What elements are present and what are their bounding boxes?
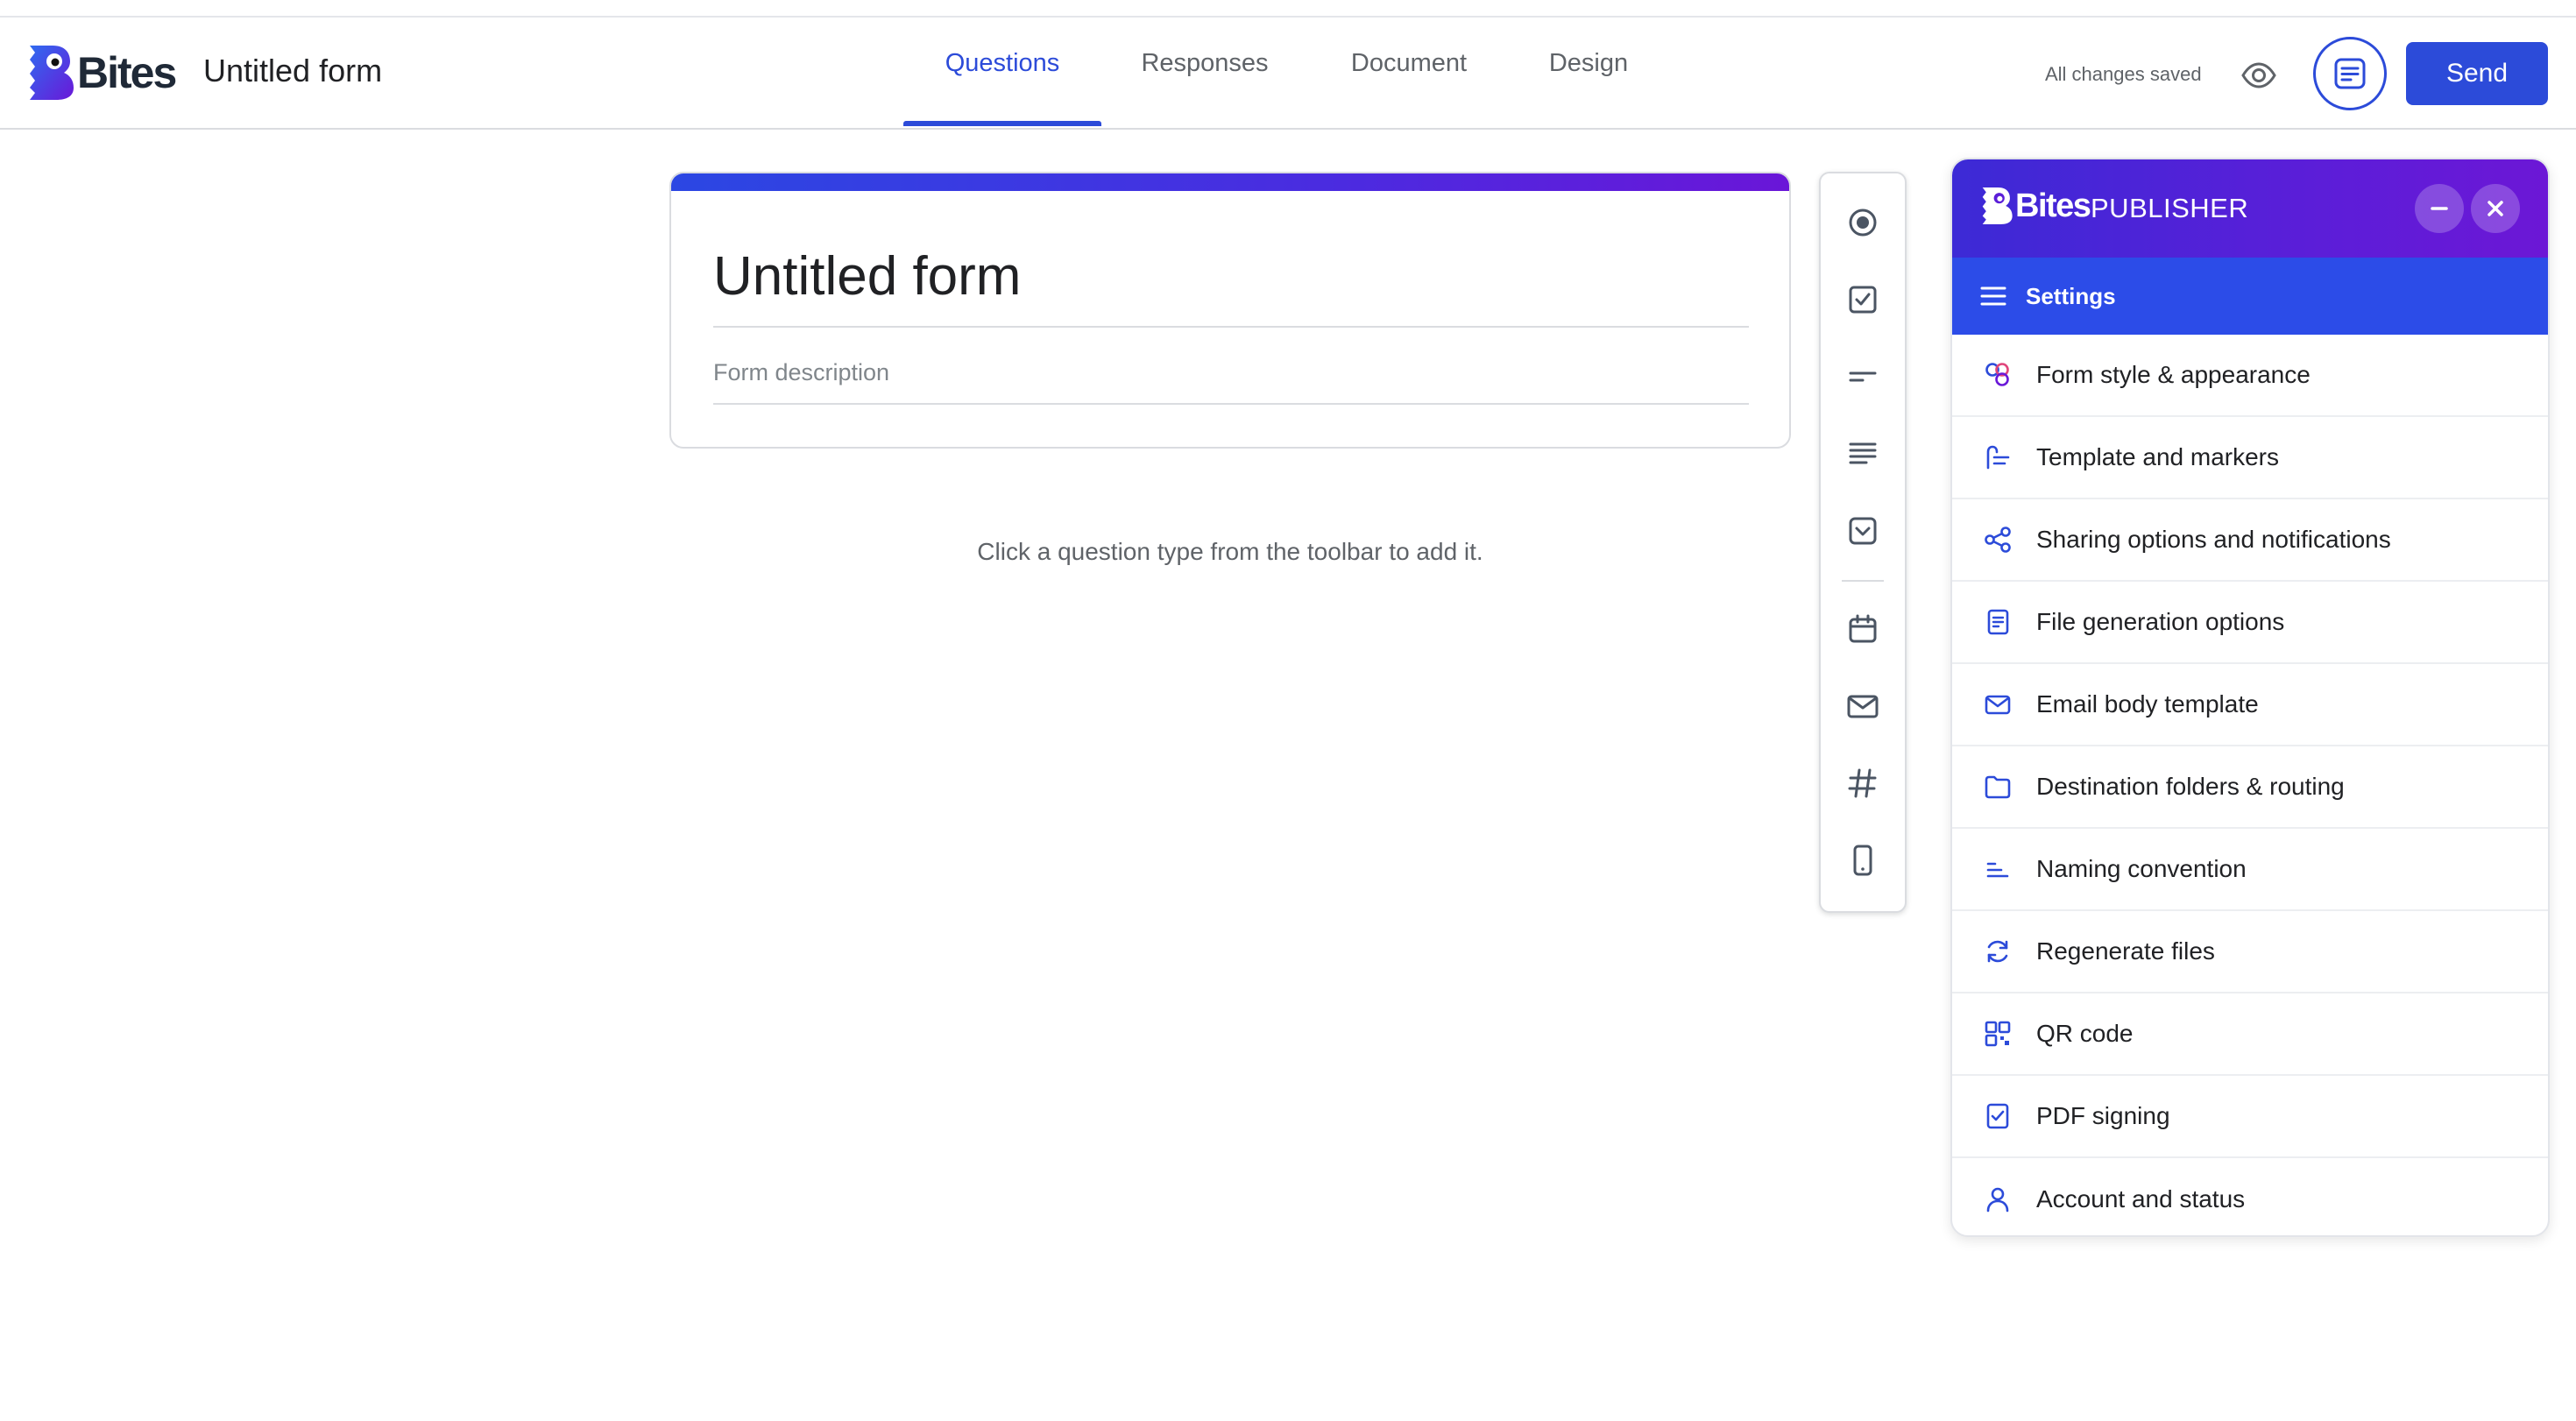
add-number-button[interactable] xyxy=(1838,759,1887,808)
pdf-sign-icon xyxy=(1977,1095,2019,1137)
menu-item-label: Template and markers xyxy=(2036,443,2280,470)
main-tabs: Questions Responses Document Design xyxy=(903,18,1667,130)
menu-item-label: PDF signing xyxy=(2036,1102,2170,1129)
calendar-icon xyxy=(1849,614,1877,643)
publisher-toggle-button[interactable] xyxy=(2313,37,2387,110)
form-title-input[interactable]: Untitled form xyxy=(713,245,1749,328)
close-icon xyxy=(2488,201,2503,216)
form-header-card: Untitled form Form description xyxy=(669,172,1791,449)
menu-item-label: File generation options xyxy=(2036,608,2285,635)
publisher-logo: Bites xyxy=(1980,186,2091,226)
qr-code-icon xyxy=(1977,1013,2019,1055)
menu-item-naming-convention[interactable]: Naming convention xyxy=(1952,829,2548,911)
refresh-icon xyxy=(1977,930,2019,972)
menu-item-regenerate-files[interactable]: Regenerate files xyxy=(1952,911,2548,993)
form-accent-bar xyxy=(671,173,1789,191)
add-paragraph-button[interactable] xyxy=(1838,429,1887,478)
app-header: Bites Untitled form Questions Responses … xyxy=(0,18,2576,130)
settings-label: Settings xyxy=(2026,282,2116,309)
file-icon xyxy=(1977,601,2019,643)
style-icon xyxy=(1977,354,2019,396)
form-description-input[interactable]: Form description xyxy=(713,359,1749,405)
question-type-toolbar xyxy=(1819,172,1907,913)
bites-logo[interactable]: Bites xyxy=(26,44,177,102)
publisher-header: Bites PUBLISHER xyxy=(1952,159,2548,258)
checkbox-icon xyxy=(1849,286,1877,314)
dropdown-icon xyxy=(1849,517,1877,545)
email-icon xyxy=(1847,695,1879,718)
email-icon xyxy=(1977,683,2019,725)
minimize-button[interactable] xyxy=(2415,184,2464,233)
add-checkboxes-button[interactable] xyxy=(1838,275,1887,324)
number-hash-icon xyxy=(1848,768,1877,798)
menu-item-pdf-signing[interactable]: PDF signing xyxy=(1952,1076,2548,1158)
menu-item-label: QR code xyxy=(2036,1020,2134,1047)
menu-item-label: Sharing options and notifications xyxy=(2036,526,2391,553)
menu-item-sharing[interactable]: Sharing options and notifications xyxy=(1952,499,2548,582)
preview-button[interactable] xyxy=(2234,56,2283,95)
form-title-header[interactable]: Untitled form xyxy=(203,53,382,89)
paragraph-icon xyxy=(1849,442,1877,464)
menu-item-label: Email body template xyxy=(2036,690,2259,718)
short-answer-icon xyxy=(1849,371,1877,382)
publisher-brand-wordmark: Bites xyxy=(2015,187,2091,224)
radio-button-icon xyxy=(1849,209,1877,237)
bites-logo-mark-icon xyxy=(30,46,74,100)
menu-item-account-status[interactable]: Account and status xyxy=(1952,1158,2548,1235)
publisher-title: PUBLISHER xyxy=(2091,193,2249,223)
browser-top-edge xyxy=(0,0,2576,18)
menu-item-form-style[interactable]: Form style & appearance xyxy=(1952,335,2548,417)
publisher-panel: Bites PUBLISHER Settings Form style & ap… xyxy=(1950,158,2550,1237)
empty-form-hint: Click a question type from the toolbar t… xyxy=(977,538,1483,565)
settings-menu: Form style & appearance Template and mar… xyxy=(1952,335,2548,1235)
menu-item-template-markers[interactable]: Template and markers xyxy=(1952,417,2548,499)
add-multiple-choice-button[interactable] xyxy=(1838,198,1887,247)
tab-document[interactable]: Document xyxy=(1308,18,1510,130)
menu-item-qr-code[interactable]: QR code xyxy=(1952,993,2548,1076)
add-date-button[interactable] xyxy=(1838,604,1887,654)
hamburger-menu-icon xyxy=(1980,286,2006,306)
phone-icon xyxy=(1853,845,1872,876)
add-dropdown-button[interactable] xyxy=(1838,506,1887,555)
brand-wordmark: Bites xyxy=(77,48,177,97)
publisher-doc-icon xyxy=(2334,58,2366,89)
eye-icon xyxy=(2241,62,2276,88)
tab-design[interactable]: Design xyxy=(1510,18,1667,130)
add-email-button[interactable] xyxy=(1838,682,1887,731)
send-button[interactable]: Send xyxy=(2406,42,2548,105)
tab-responses[interactable]: Responses xyxy=(1101,18,1308,130)
menu-item-label: Naming convention xyxy=(2036,855,2247,882)
toolbar-divider xyxy=(1842,580,1884,582)
close-button[interactable] xyxy=(2471,184,2520,233)
menu-item-label: Form style & appearance xyxy=(2036,361,2311,388)
template-icon xyxy=(1977,436,2019,478)
save-status: All changes saved xyxy=(2045,63,2202,85)
minus-icon xyxy=(2431,207,2448,210)
menu-item-label: Account and status xyxy=(2036,1185,2246,1212)
menu-item-email-template[interactable]: Email body template xyxy=(1952,664,2548,746)
settings-menu-header[interactable]: Settings xyxy=(1952,258,2548,335)
account-icon xyxy=(1977,1178,2019,1220)
menu-item-destination-folders[interactable]: Destination folders & routing xyxy=(1952,746,2548,829)
menu-item-label: Regenerate files xyxy=(2036,937,2215,965)
add-phone-button[interactable] xyxy=(1838,836,1887,885)
tab-questions[interactable]: Questions xyxy=(903,18,1101,130)
menu-item-label: Destination folders & routing xyxy=(2036,773,2345,800)
menu-item-file-generation[interactable]: File generation options xyxy=(1952,582,2548,664)
folder-icon xyxy=(1977,766,2019,808)
add-short-answer-button[interactable] xyxy=(1838,352,1887,401)
share-icon xyxy=(1977,519,2019,561)
naming-icon xyxy=(1977,848,2019,890)
bites-logo-mark-icon xyxy=(1982,187,2013,225)
